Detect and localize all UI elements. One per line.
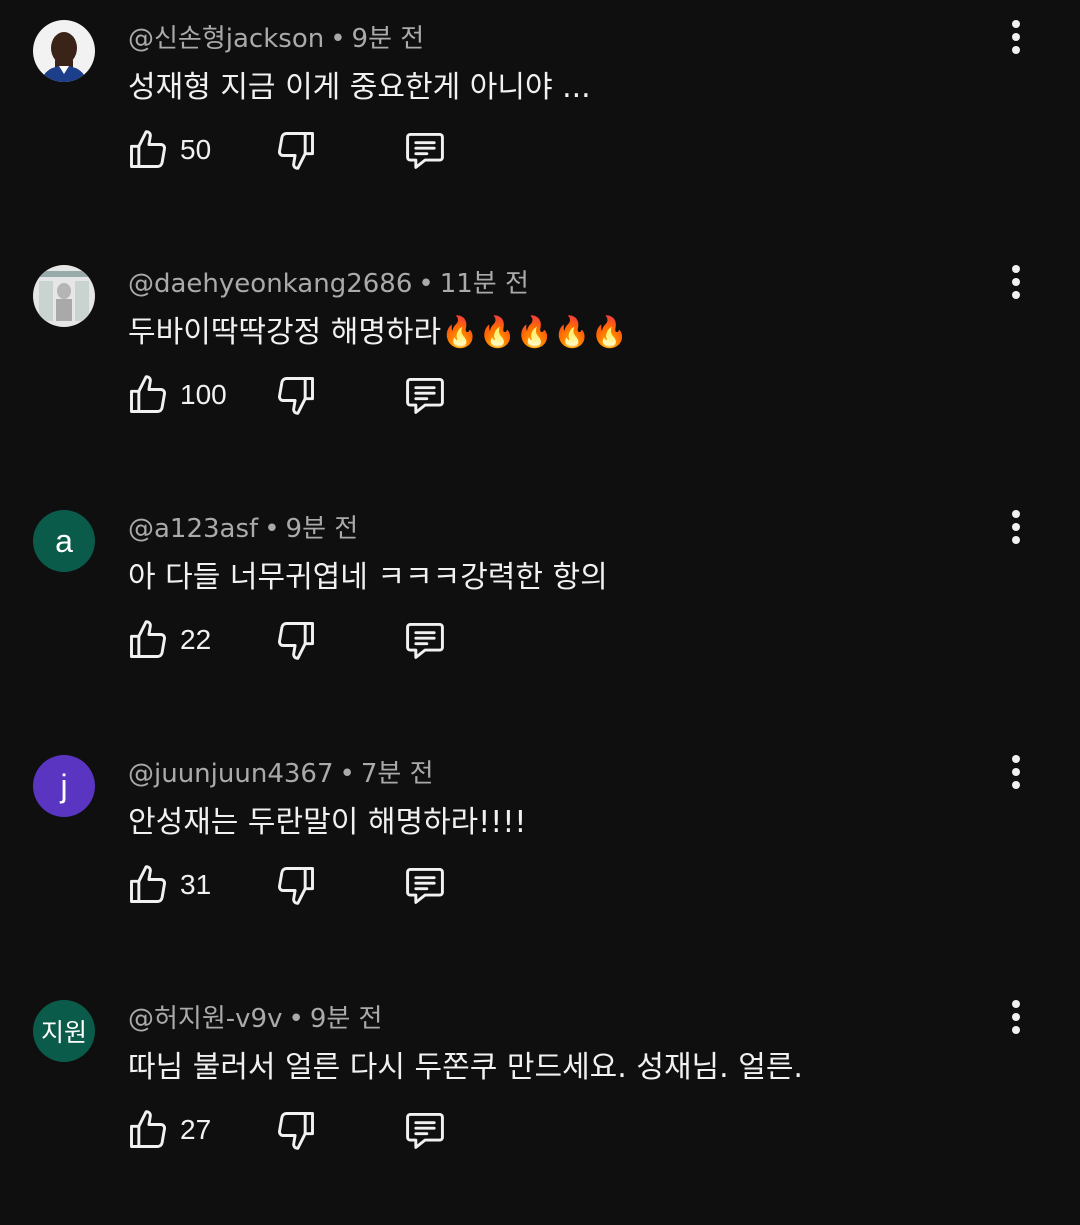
like-count: 22 <box>180 624 212 655</box>
reply-comment-icon <box>406 132 444 169</box>
avatar[interactable] <box>33 20 95 82</box>
thumbs-up-icon <box>130 130 166 168</box>
comment-meta: @신손형jackson • 9분 전 <box>128 22 424 56</box>
separator-dot: • <box>264 514 280 544</box>
like-count: 27 <box>180 1114 212 1145</box>
avatar[interactable]: a <box>33 510 95 572</box>
comment-text: 따님 불러서 얼른 다시 두쫀쿠 만드세요. 성재님. 얼른. <box>128 1050 803 1085</box>
comment-item: j @juunjuun4367 • 7분 전 안성재는 두란말이 해명하라!!!! … <box>0 735 1080 980</box>
avatar[interactable]: j <box>33 755 95 817</box>
comment-time: 9분 전 <box>309 1004 383 1034</box>
comment-actions: 50 <box>126 126 466 176</box>
like-count: 31 <box>180 869 212 900</box>
avatar-letter: a <box>55 522 73 559</box>
dislike-button[interactable] <box>274 618 318 666</box>
dislike-button[interactable] <box>274 373 318 421</box>
like-button[interactable]: 27 <box>126 1108 211 1152</box>
avatar[interactable] <box>33 265 95 327</box>
dislike-button[interactable] <box>274 128 318 176</box>
comment-actions: 100 <box>126 371 466 421</box>
comment-time: 11분 전 <box>439 269 529 299</box>
comment-meta: @허지원-v9v • 9분 전 <box>128 1002 382 1036</box>
author-name[interactable]: @허지원-v9v <box>128 1004 282 1034</box>
thumbs-up-icon <box>130 865 166 903</box>
more-vert-icon[interactable] <box>996 749 1036 795</box>
reply-comment-icon <box>406 377 444 414</box>
separator-dot: • <box>339 759 355 789</box>
more-vert-icon[interactable] <box>996 504 1036 550</box>
comment-item: 지원 @허지원-v9v • 9분 전 따님 불러서 얼른 다시 두쫀쿠 만드세요. … <box>0 980 1080 1225</box>
like-count: 50 <box>180 134 212 165</box>
comment-actions: 22 <box>126 616 466 666</box>
comment-text: 두바이딱딱강정 해명하라🔥🔥🔥🔥🔥 <box>128 315 628 350</box>
comment-time: 7분 전 <box>360 759 434 789</box>
more-vert-icon[interactable] <box>996 994 1036 1040</box>
comment-item: @신손형jackson • 9분 전 성재형 지금 이게 중요한게 아니야 ... … <box>0 0 1080 245</box>
reply-button[interactable] <box>402 863 448 911</box>
reply-comment-icon <box>406 867 444 904</box>
separator-dot: • <box>330 24 346 54</box>
thumbs-down-icon <box>278 1112 314 1150</box>
comment-actions: 27 <box>126 1106 466 1156</box>
reply-comment-icon <box>406 622 444 659</box>
comment-meta: @daehyeonkang2686 • 11분 전 <box>128 267 529 301</box>
separator-dot: • <box>418 269 434 299</box>
separator-dot: • <box>288 1004 304 1034</box>
thumbs-down-icon <box>278 867 314 905</box>
like-button[interactable]: 31 <box>126 863 211 907</box>
dislike-button[interactable] <box>274 1108 318 1156</box>
comment-item: @daehyeonkang2686 • 11분 전 두바이딱딱강정 해명하라🔥🔥🔥🔥… <box>0 245 1080 490</box>
avatar-photo <box>33 265 95 327</box>
thumbs-up-icon <box>130 375 166 413</box>
avatar[interactable]: 지원 <box>33 1000 95 1062</box>
avatar-photo <box>33 20 95 82</box>
like-count: 100 <box>180 379 227 410</box>
comment-text: 성재형 지금 이게 중요한게 아니야 ... <box>128 70 591 105</box>
comment-time: 9분 전 <box>285 514 359 544</box>
comment-meta: @juunjuun4367 • 7분 전 <box>128 757 434 791</box>
thumbs-down-icon <box>278 622 314 660</box>
author-name[interactable]: @daehyeonkang2686 <box>128 269 412 299</box>
thumbs-down-icon <box>278 377 314 415</box>
like-button[interactable]: 100 <box>126 373 227 417</box>
thumbs-up-icon <box>130 620 166 658</box>
author-name[interactable]: @신손형jackson <box>128 24 324 54</box>
reply-button[interactable] <box>402 1108 448 1156</box>
reply-button[interactable] <box>402 373 448 421</box>
author-name[interactable]: @juunjuun4367 <box>128 759 334 789</box>
comment-actions: 31 <box>126 861 466 911</box>
avatar-letter: 지원 <box>40 1019 87 1047</box>
reply-comment-icon <box>406 1112 444 1149</box>
more-vert-icon[interactable] <box>996 14 1036 60</box>
comment-text: 안성재는 두란말이 해명하라!!!! <box>128 805 527 840</box>
reply-button[interactable] <box>402 618 448 666</box>
author-name[interactable]: @a123asf <box>128 514 258 544</box>
comment-meta: @a123asf • 9분 전 <box>128 512 358 546</box>
comment-item: a @a123asf • 9분 전 아 다들 너무귀엽네 ㅋㅋㅋ강력한 항의 22 <box>0 490 1080 735</box>
comment-text: 아 다들 너무귀엽네 ㅋㅋㅋ강력한 항의 <box>128 560 608 595</box>
avatar-letter: j <box>60 767 68 804</box>
like-button[interactable]: 50 <box>126 128 211 172</box>
dislike-button[interactable] <box>274 863 318 911</box>
like-button[interactable]: 22 <box>126 618 211 662</box>
more-vert-icon[interactable] <box>996 259 1036 305</box>
reply-button[interactable] <box>402 128 448 176</box>
thumbs-up-icon <box>130 1110 166 1148</box>
comment-time: 9분 전 <box>351 24 425 54</box>
thumbs-down-icon <box>278 132 314 170</box>
